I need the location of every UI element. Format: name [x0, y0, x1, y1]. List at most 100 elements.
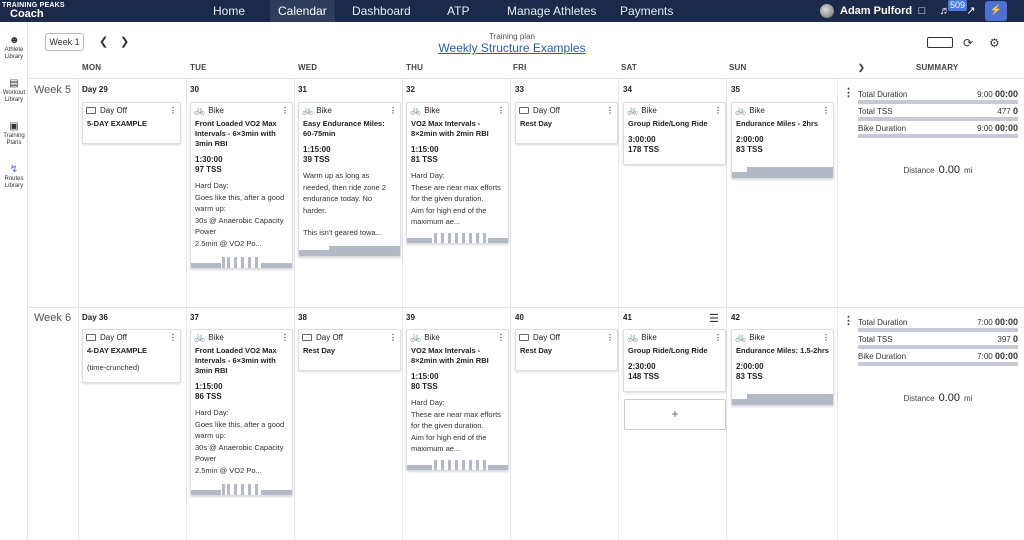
more-options-icon[interactable]: ⋮ — [497, 106, 505, 115]
week-options-icon[interactable]: ⋮ — [843, 86, 854, 99]
header-mon: MON — [82, 63, 102, 72]
more-options-icon[interactable]: ⋮ — [606, 106, 614, 115]
calendar-view-icon[interactable] — [927, 37, 953, 48]
nav-calendar[interactable]: Calendar — [270, 0, 335, 22]
workout-card[interactable]: Day Off ⋮ 4-DAY EXAMPLE (time-crunched) — [82, 329, 181, 383]
routes-icon: ↯ — [9, 164, 19, 175]
workout-card[interactable]: Day Off ⋮ Rest Day — [515, 329, 618, 371]
description-line: Hard Day: — [411, 398, 445, 407]
sidebar-item-workout-library[interactable]: ▤ Workout Library — [0, 79, 28, 104]
plan-title-link[interactable]: Weekly Structure Examples — [0, 41, 1024, 55]
nav-payments[interactable]: Payments — [620, 0, 673, 22]
day-number: 37 — [190, 313, 199, 322]
nav-atp[interactable]: ATP — [447, 0, 469, 22]
workout-title: Front Loaded VO2 Max Intervals - 6×3min … — [195, 119, 277, 148]
more-options-icon[interactable]: ⋮ — [497, 333, 505, 342]
day-number: 32 — [406, 85, 415, 94]
workout-card[interactable]: 🚲 Bike ⋮ Endurance Miles - 2hrs 2:00:00 83… — [731, 102, 834, 179]
workout-card[interactable]: Day Off ⋮ Rest Day — [298, 329, 401, 371]
workout-duration: 2:00:00 — [736, 135, 764, 144]
day-off-icon — [86, 106, 96, 114]
nav-dashboard[interactable]: Dashboard — [352, 0, 411, 22]
workout-title: Rest Day — [303, 346, 336, 355]
workout-card[interactable]: 🚲 Bike ⋮ VO2 Max Intervals - 8×2min with 2… — [406, 329, 509, 471]
add-workout-button[interactable]: + — [624, 399, 726, 430]
bike-icon: 🚲 — [627, 104, 639, 115]
description-line: Goes like this, after a good warm up: — [195, 419, 285, 441]
summary-label: Total Duration — [858, 318, 908, 327]
summary-completed: 00:00 — [994, 123, 1018, 133]
menu-icon[interactable]: ☰ — [709, 312, 719, 325]
workout-card[interactable]: 🚲 Bike ⋮ Easy Endurance Miles: 60-75min 1:… — [298, 102, 401, 257]
workout-type: Bike — [749, 332, 765, 342]
chevron-right-icon[interactable]: ❯ — [858, 63, 865, 77]
day-number: 41 — [623, 313, 632, 322]
nav-home[interactable]: Home — [213, 0, 245, 22]
week-options-icon[interactable]: ⋮ — [843, 314, 854, 327]
workout-card[interactable]: 🚲 Bike ⋮ Front Loaded VO2 Max Intervals - … — [190, 102, 293, 269]
more-options-icon[interactable]: ⋮ — [169, 333, 177, 342]
workout-title: Front Loaded VO2 Max Intervals - 6×3min … — [195, 346, 277, 375]
workout-description: (time-crunched) — [87, 363, 140, 372]
more-options-icon[interactable]: ⋮ — [281, 333, 289, 342]
progress-bar — [858, 134, 1018, 138]
chat-icon[interactable]: □ — [915, 4, 929, 18]
settings-icon[interactable]: ⚙ — [989, 36, 1000, 50]
week-label: Week 5 — [34, 84, 72, 96]
workout-duration: 1:15:00 — [411, 145, 439, 154]
nav-manage-athletes[interactable]: Manage Athletes — [507, 0, 596, 22]
more-options-icon[interactable]: ⋮ — [389, 106, 397, 115]
more-options-icon[interactable]: ⋮ — [822, 333, 830, 342]
app-switcher-icon[interactable]: ⚡ — [985, 1, 1007, 21]
more-options-icon[interactable]: ⋮ — [169, 106, 177, 115]
more-options-icon[interactable]: ⋮ — [389, 333, 397, 342]
sidebar-item-training-plans[interactable]: ▣ Training Plans — [0, 122, 28, 147]
user-menu[interactable]: Adam Pulford — [820, 3, 912, 19]
summary-planned: 7:00 — [977, 352, 993, 361]
workout-card[interactable]: 🚲 Bike ⋮ Front Loaded VO2 Max Intervals - … — [190, 329, 293, 496]
sidebar-item-label: Routes Library — [4, 176, 24, 189]
workout-card[interactable]: 🚲 Bike ⋮ VO2 Max Intervals - 8×2min with 2… — [406, 102, 509, 244]
summary-completed: 00:00 — [994, 351, 1018, 361]
user-name: Adam Pulford — [840, 5, 913, 17]
summary-label: Total TSS — [858, 335, 893, 344]
more-options-icon[interactable]: ⋮ — [281, 106, 289, 115]
divider — [294, 78, 295, 540]
workout-tss: 86 TSS — [195, 392, 222, 401]
workout-card[interactable]: 🚲 Bike ⋮ Group Ride/Long Ride 3:00:00 178 … — [623, 102, 726, 165]
day-number: 30 — [190, 85, 199, 94]
workout-duration: 2:00:00 — [736, 362, 764, 371]
header-tue: TUE — [190, 63, 207, 72]
distance-value: 0.00 — [938, 164, 961, 176]
more-options-icon[interactable]: ⋮ — [822, 106, 830, 115]
workout-type: Day Off — [100, 332, 127, 342]
expand-icon[interactable]: ↗ — [964, 4, 978, 18]
sidebar-item-routes-library[interactable]: ↯ Routes Library — [0, 165, 28, 190]
more-options-icon[interactable]: ⋮ — [714, 333, 722, 342]
workout-type: Day Off — [533, 332, 560, 342]
divider — [402, 78, 403, 540]
description-line: Goes like this, after a good warm up: — [195, 192, 285, 214]
workout-card[interactable]: Day Off ⋮ Rest Day — [515, 102, 618, 144]
more-options-icon[interactable]: ⋮ — [606, 333, 614, 342]
workout-duration: 1:15:00 — [303, 145, 331, 154]
description-line: 30s @ Anaerobic Capacity Power — [195, 215, 284, 237]
day-number: 42 — [731, 313, 740, 322]
training-plans-icon: ▣ — [9, 121, 19, 132]
day-number: 39 — [406, 313, 415, 322]
bike-icon: 🚲 — [194, 104, 206, 115]
workout-card[interactable]: Day Off ⋮ 5-DAY EXAMPLE — [82, 102, 181, 144]
workout-card[interactable]: 🚲 Bike ⋮ Endurance Miles: 1.5-2hrs 2:00:00… — [731, 329, 834, 406]
day-off-icon — [519, 106, 529, 114]
workout-tss: 80 TSS — [411, 382, 438, 391]
workout-card[interactable]: 🚲 Bike ⋮ Group Ride/Long Ride 2:30:00 148 … — [623, 329, 726, 392]
day-off-icon — [519, 333, 529, 341]
trainingpeaks-logo[interactable]: TRAINING PEAKS Coach — [2, 1, 65, 20]
workout-title: Endurance Miles: 1.5-2hrs — [736, 346, 829, 355]
more-options-icon[interactable]: ⋮ — [714, 106, 722, 115]
bike-icon: 🚲 — [627, 331, 639, 342]
description-line: 30s @ Anaerobic Capacity Power — [195, 442, 284, 464]
description-line: Warm up as long as needed, then ride zon… — [303, 171, 386, 215]
day-number: 31 — [298, 85, 307, 94]
refresh-icon[interactable]: ⟳ — [963, 36, 973, 50]
